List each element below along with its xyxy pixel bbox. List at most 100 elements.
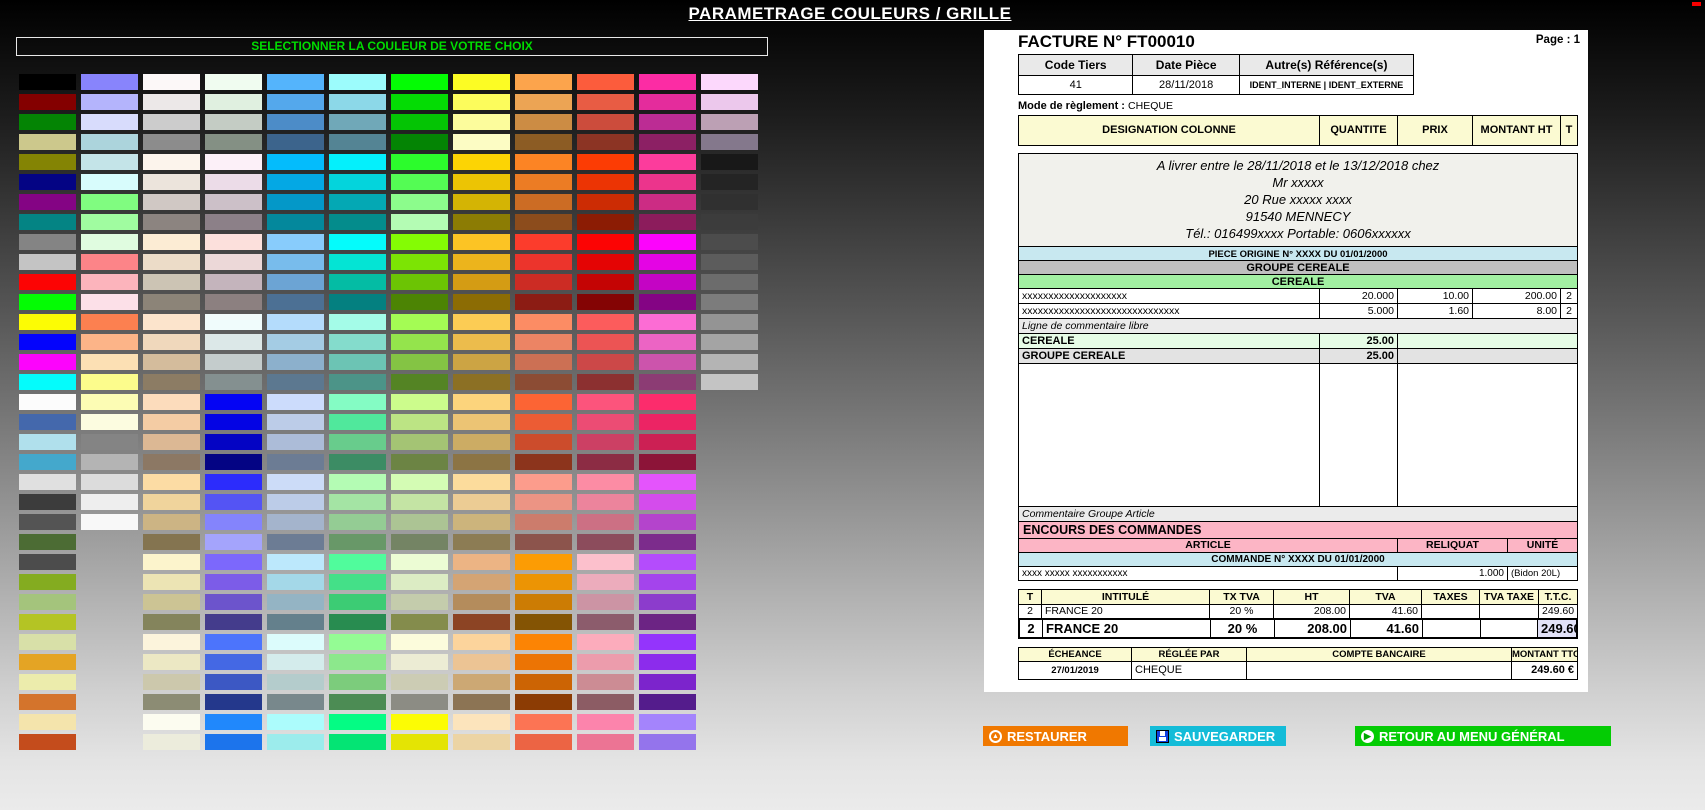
color-swatch[interactable]: [267, 314, 324, 330]
color-swatch[interactable]: [267, 254, 324, 270]
color-swatch[interactable]: [701, 274, 758, 290]
color-swatch[interactable]: [639, 234, 696, 250]
color-swatch[interactable]: [639, 734, 696, 750]
color-swatch[interactable]: [143, 314, 200, 330]
color-swatch[interactable]: [329, 354, 386, 370]
color-swatch[interactable]: [329, 254, 386, 270]
color-swatch[interactable]: [143, 334, 200, 350]
color-swatch[interactable]: [19, 154, 76, 170]
color-swatch[interactable]: [453, 514, 510, 530]
color-swatch[interactable]: [515, 654, 572, 670]
color-swatch[interactable]: [329, 114, 386, 130]
color-swatch[interactable]: [19, 254, 76, 270]
color-swatch[interactable]: [81, 494, 138, 510]
color-swatch[interactable]: [577, 314, 634, 330]
color-swatch[interactable]: [515, 434, 572, 450]
color-swatch[interactable]: [267, 494, 324, 510]
color-swatch[interactable]: [205, 134, 262, 150]
color-swatch[interactable]: [143, 414, 200, 430]
color-swatch[interactable]: [81, 174, 138, 190]
color-swatch[interactable]: [391, 474, 448, 490]
titlebar-red-mark[interactable]: [1692, 2, 1701, 6]
color-swatch[interactable]: [515, 554, 572, 570]
color-swatch[interactable]: [453, 554, 510, 570]
color-swatch[interactable]: [329, 594, 386, 610]
color-swatch[interactable]: [329, 314, 386, 330]
color-swatch[interactable]: [143, 94, 200, 110]
color-swatch[interactable]: [19, 734, 76, 750]
color-swatch[interactable]: [267, 194, 324, 210]
color-swatch[interactable]: [577, 94, 634, 110]
color-swatch[interactable]: [267, 114, 324, 130]
color-swatch[interactable]: [329, 614, 386, 630]
color-swatch[interactable]: [143, 434, 200, 450]
color-swatch[interactable]: [391, 714, 448, 730]
color-swatch[interactable]: [639, 254, 696, 270]
color-swatch[interactable]: [391, 414, 448, 430]
color-swatch[interactable]: [515, 454, 572, 470]
color-swatch[interactable]: [329, 494, 386, 510]
color-swatch[interactable]: [143, 554, 200, 570]
color-swatch[interactable]: [639, 334, 696, 350]
color-swatch[interactable]: [391, 614, 448, 630]
color-swatch[interactable]: [267, 214, 324, 230]
color-swatch[interactable]: [391, 574, 448, 590]
color-swatch[interactable]: [329, 134, 386, 150]
color-swatch[interactable]: [329, 94, 386, 110]
color-swatch[interactable]: [515, 474, 572, 490]
color-swatch[interactable]: [639, 494, 696, 510]
color-swatch[interactable]: [19, 74, 76, 90]
color-swatch[interactable]: [81, 234, 138, 250]
color-swatch[interactable]: [143, 714, 200, 730]
color-swatch[interactable]: [267, 294, 324, 310]
color-swatch[interactable]: [205, 354, 262, 370]
color-swatch[interactable]: [453, 534, 510, 550]
color-swatch[interactable]: [577, 134, 634, 150]
color-swatch[interactable]: [515, 134, 572, 150]
color-swatch[interactable]: [19, 314, 76, 330]
color-swatch[interactable]: [81, 414, 138, 430]
color-swatch[interactable]: [267, 334, 324, 350]
color-swatch[interactable]: [143, 494, 200, 510]
color-swatch[interactable]: [143, 234, 200, 250]
color-swatch[interactable]: [577, 154, 634, 170]
color-swatch[interactable]: [19, 194, 76, 210]
color-swatch[interactable]: [19, 714, 76, 730]
color-swatch[interactable]: [701, 94, 758, 110]
color-swatch[interactable]: [329, 514, 386, 530]
color-swatch[interactable]: [267, 554, 324, 570]
color-swatch[interactable]: [515, 714, 572, 730]
color-swatch[interactable]: [577, 454, 634, 470]
color-swatch[interactable]: [639, 474, 696, 490]
color-swatch[interactable]: [453, 94, 510, 110]
color-swatch[interactable]: [329, 574, 386, 590]
color-swatch[interactable]: [453, 174, 510, 190]
color-swatch[interactable]: [453, 694, 510, 710]
color-swatch[interactable]: [143, 134, 200, 150]
color-swatch[interactable]: [577, 574, 634, 590]
color-swatch[interactable]: [639, 294, 696, 310]
color-swatch[interactable]: [515, 94, 572, 110]
color-swatch[interactable]: [701, 114, 758, 130]
color-swatch[interactable]: [639, 574, 696, 590]
color-swatch[interactable]: [81, 434, 138, 450]
color-swatch[interactable]: [453, 334, 510, 350]
color-swatch[interactable]: [453, 634, 510, 650]
color-swatch[interactable]: [19, 454, 76, 470]
color-swatch[interactable]: [577, 514, 634, 530]
color-swatch[interactable]: [267, 614, 324, 630]
color-swatch[interactable]: [453, 614, 510, 630]
color-swatch[interactable]: [701, 174, 758, 190]
color-swatch[interactable]: [701, 374, 758, 390]
color-swatch[interactable]: [81, 94, 138, 110]
color-swatch[interactable]: [639, 114, 696, 130]
color-swatch[interactable]: [19, 234, 76, 250]
color-swatch[interactable]: [515, 194, 572, 210]
color-swatch[interactable]: [81, 294, 138, 310]
color-swatch[interactable]: [329, 534, 386, 550]
color-swatch[interactable]: [391, 234, 448, 250]
color-swatch[interactable]: [515, 614, 572, 630]
color-swatch[interactable]: [267, 274, 324, 290]
color-swatch[interactable]: [81, 374, 138, 390]
color-swatch[interactable]: [577, 654, 634, 670]
